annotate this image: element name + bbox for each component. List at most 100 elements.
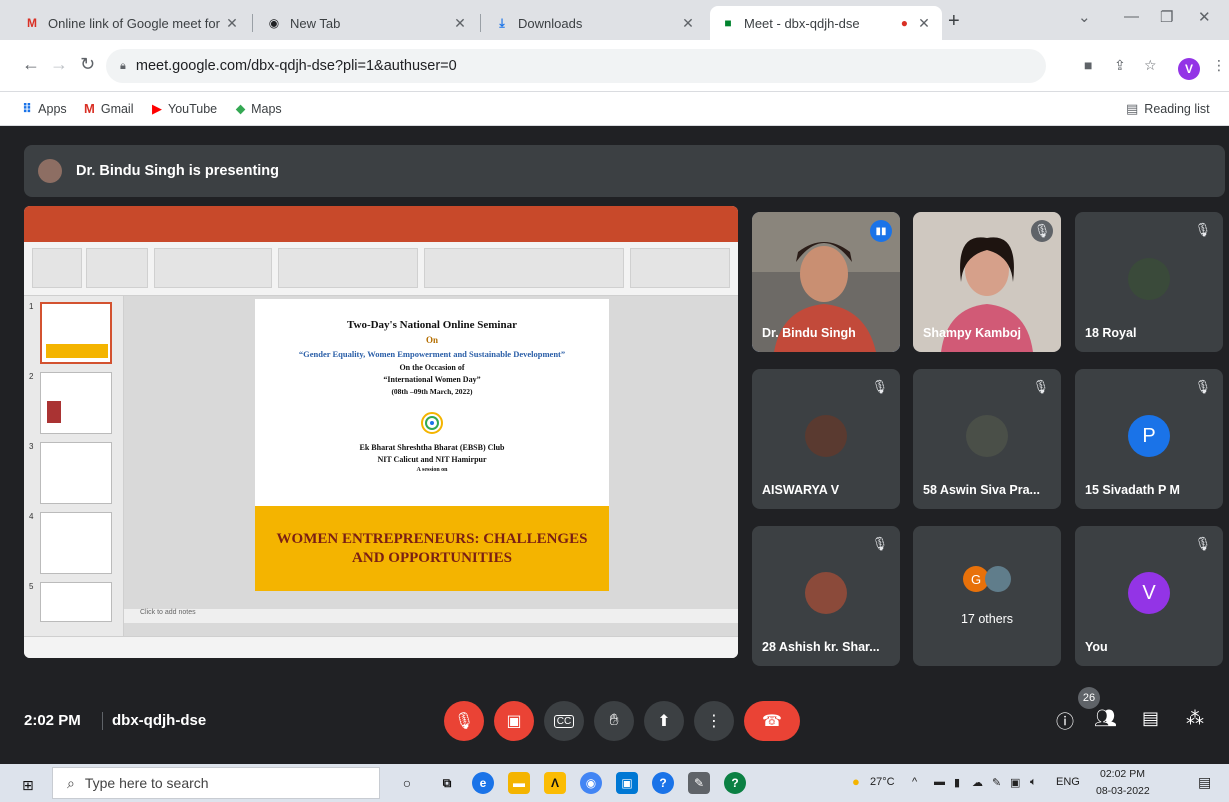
slide-line: Ek Bharat Shreshtha Bharat (EBSB) Club xyxy=(359,443,505,452)
help-icon[interactable]: ? xyxy=(652,772,674,794)
slide-topic-line: AND OPPORTUNITIES xyxy=(352,549,512,566)
reload-icon[interactable]: ↻ xyxy=(80,54,95,75)
display-icon[interactable]: ▣ xyxy=(1010,776,1020,789)
meet-icon: ■ xyxy=(724,16,732,30)
participant-name: Dr. Bindu Singh xyxy=(762,326,856,340)
mic-off-icon: 🎙︎ xyxy=(1032,379,1049,394)
minimize-icon[interactable]: — xyxy=(1124,8,1139,25)
windows-start-icon[interactable]: ⊞ xyxy=(22,777,34,794)
tab-new-tab[interactable]: ◉ New Tab ✕ xyxy=(256,6,478,40)
forward-arrow-icon[interactable]: → xyxy=(50,54,68,75)
back-arrow-icon[interactable]: ← xyxy=(22,54,40,75)
close-icon[interactable]: ✕ xyxy=(680,15,696,32)
tray-chevron-icon[interactable]: ^ xyxy=(912,776,917,788)
participant-tile[interactable]: 🎙︎ 28 Ashish kr. Shar... xyxy=(752,526,900,666)
menu-kebab-icon[interactable]: ⋮ xyxy=(1212,57,1226,74)
clock-date[interactable]: 08-03-2022 xyxy=(1096,785,1150,797)
help-icon[interactable]: ? xyxy=(724,772,746,794)
divider xyxy=(102,712,103,730)
slide-thumbnail[interactable] xyxy=(40,512,112,574)
participant-letter-avatar: V xyxy=(1128,572,1170,614)
mic-off-button[interactable]: 🎙︎ xyxy=(444,701,484,741)
task-view-icon[interactable]: ⧉ xyxy=(436,772,458,794)
chrome-icon: ◉ xyxy=(268,16,280,30)
raise-hand-button[interactable]: ✋︎ xyxy=(594,701,634,741)
slide-thumbnail[interactable] xyxy=(40,582,112,622)
close-icon[interactable]: ✕ xyxy=(452,15,468,32)
weather-temperature[interactable]: 27°C xyxy=(870,776,895,788)
participant-tile[interactable]: 🎙︎ Shampy Kamboj xyxy=(913,212,1061,352)
taskbar-search[interactable]: ⌕ Type here to search xyxy=(52,767,380,799)
camera-off-button[interactable]: ▣ xyxy=(494,701,534,741)
slide-line: “International Women Day” xyxy=(383,375,481,384)
notifications-icon[interactable]: ▤ xyxy=(1198,774,1211,791)
bookmark-youtube[interactable]: ▶ YouTube xyxy=(152,101,217,117)
bookmark-gmail[interactable]: M Gmail xyxy=(84,101,134,116)
thumb-number: 2 xyxy=(29,372,34,381)
tab-search-chevron-icon[interactable]: ⌄ xyxy=(1078,8,1091,26)
thumb-number: 4 xyxy=(29,512,34,521)
bookmark-star-icon[interactable]: ☆ xyxy=(1144,57,1157,74)
participant-tile[interactable]: 🎙︎ 58 Aswin Siva Pra... xyxy=(913,369,1061,509)
hand-icon: ✋︎ xyxy=(609,712,619,729)
clock-time[interactable]: 02:02 PM xyxy=(1100,768,1145,780)
network-icon[interactable]: ▮ xyxy=(954,776,960,789)
input-language[interactable]: ENG xyxy=(1056,776,1080,788)
participant-tile[interactable]: 🎙︎ AISWARYA V xyxy=(752,369,900,509)
cortana-icon[interactable]: ○ xyxy=(396,772,418,794)
more-options-button[interactable]: ⋮ xyxy=(694,701,734,741)
shared-screen[interactable]: 1 2 3 4 5 Two-Day's National Online Semi… xyxy=(24,206,738,658)
chrome-icon[interactable]: ◉ xyxy=(580,772,602,794)
recording-dot-icon: ● xyxy=(900,16,908,30)
edge-icon[interactable]: e xyxy=(472,772,494,794)
speaking-indicator-icon: ▮▮ xyxy=(870,220,892,242)
people-icon[interactable]: 👥︎ xyxy=(1094,708,1117,729)
participant-tile[interactable]: 🎙︎ 18 Royal xyxy=(1075,212,1223,352)
app-icon[interactable]: Λ xyxy=(544,772,566,794)
leave-call-button[interactable]: ☎︎ xyxy=(744,701,800,741)
present-button[interactable]: ⬆ xyxy=(644,701,684,741)
captions-button[interactable]: CC xyxy=(544,701,584,741)
bookmark-apps[interactable]: ⠿ Apps xyxy=(22,101,67,117)
photos-icon[interactable]: ▣ xyxy=(616,772,638,794)
tab-downloads[interactable]: ⤓ Downloads ✕ xyxy=(484,6,706,40)
browser-tab-strip: M Online link of Google meet for S ✕ ◉ N… xyxy=(0,0,1229,40)
tab-divider xyxy=(480,14,481,32)
participant-photo-avatar xyxy=(805,415,847,457)
share-icon[interactable]: ⇪ xyxy=(1114,57,1126,74)
reading-list[interactable]: ▤ Reading list xyxy=(1126,101,1210,117)
address-bar[interactable]: 🔒︎ meet.google.com/dbx-qdjh-dse?pli=1&au… xyxy=(106,49,1046,83)
more-vert-icon: ⋮ xyxy=(706,713,722,730)
weather-sun-icon[interactable]: ● xyxy=(852,774,860,789)
participant-tile-self[interactable]: V 🎙︎ You xyxy=(1075,526,1223,666)
restore-icon[interactable]: ❐ xyxy=(1160,8,1173,26)
close-icon[interactable]: ✕ xyxy=(916,15,932,32)
camera-in-use-icon[interactable]: ■ xyxy=(1084,57,1092,73)
participant-tile[interactable]: P 🎙︎ 15 Sivadath P M xyxy=(1075,369,1223,509)
apps-grid-icon: ⠿ xyxy=(22,101,33,116)
bookmark-maps[interactable]: ⬥ Maps xyxy=(236,101,282,117)
meet-control-bar: 2:02 PM dbx-qdjh-dse 🎙︎ ▣ CC ✋︎ ⬆ ⋮ ☎︎ ⓘ… xyxy=(0,676,1229,764)
participant-tile-others[interactable]: G 17 others xyxy=(913,526,1061,666)
thumb-number: 1 xyxy=(29,302,34,311)
slide-thumbnail[interactable] xyxy=(40,372,112,434)
chat-icon[interactable]: ▤ xyxy=(1142,708,1159,729)
profile-avatar[interactable]: V xyxy=(1178,58,1200,80)
window-close-icon[interactable]: ✕ xyxy=(1198,8,1211,26)
close-icon[interactable]: ✕ xyxy=(224,15,240,32)
slide-thumbnail[interactable] xyxy=(40,442,112,504)
volume-icon[interactable]: 🔈︎ xyxy=(1030,776,1037,789)
cloud-icon[interactable]: ☁ xyxy=(972,776,983,789)
meeting-details-icon[interactable]: ⓘ xyxy=(1056,708,1074,734)
paint-icon[interactable]: ✎ xyxy=(688,772,710,794)
participant-tile[interactable]: ▮▮ Dr. Bindu Singh xyxy=(752,212,900,352)
new-tab-plus-icon[interactable]: + xyxy=(948,10,960,33)
tab-meet[interactable]: ■ Meet - dbx-qdjh-dse ● ✕ xyxy=(710,6,942,40)
battery-icon[interactable]: ▬ xyxy=(934,776,945,788)
slide-line: NIT Calicut and NIT Hamirpur xyxy=(377,455,487,464)
file-explorer-icon[interactable]: ▬ xyxy=(508,772,530,794)
slide-thumbnail[interactable] xyxy=(40,302,112,364)
tab-gmail-meet-link[interactable]: M Online link of Google meet for S ✕ xyxy=(14,6,250,40)
activities-icon[interactable]: ⁂ xyxy=(1186,708,1204,729)
pen-icon[interactable]: ✎ xyxy=(992,776,1001,789)
